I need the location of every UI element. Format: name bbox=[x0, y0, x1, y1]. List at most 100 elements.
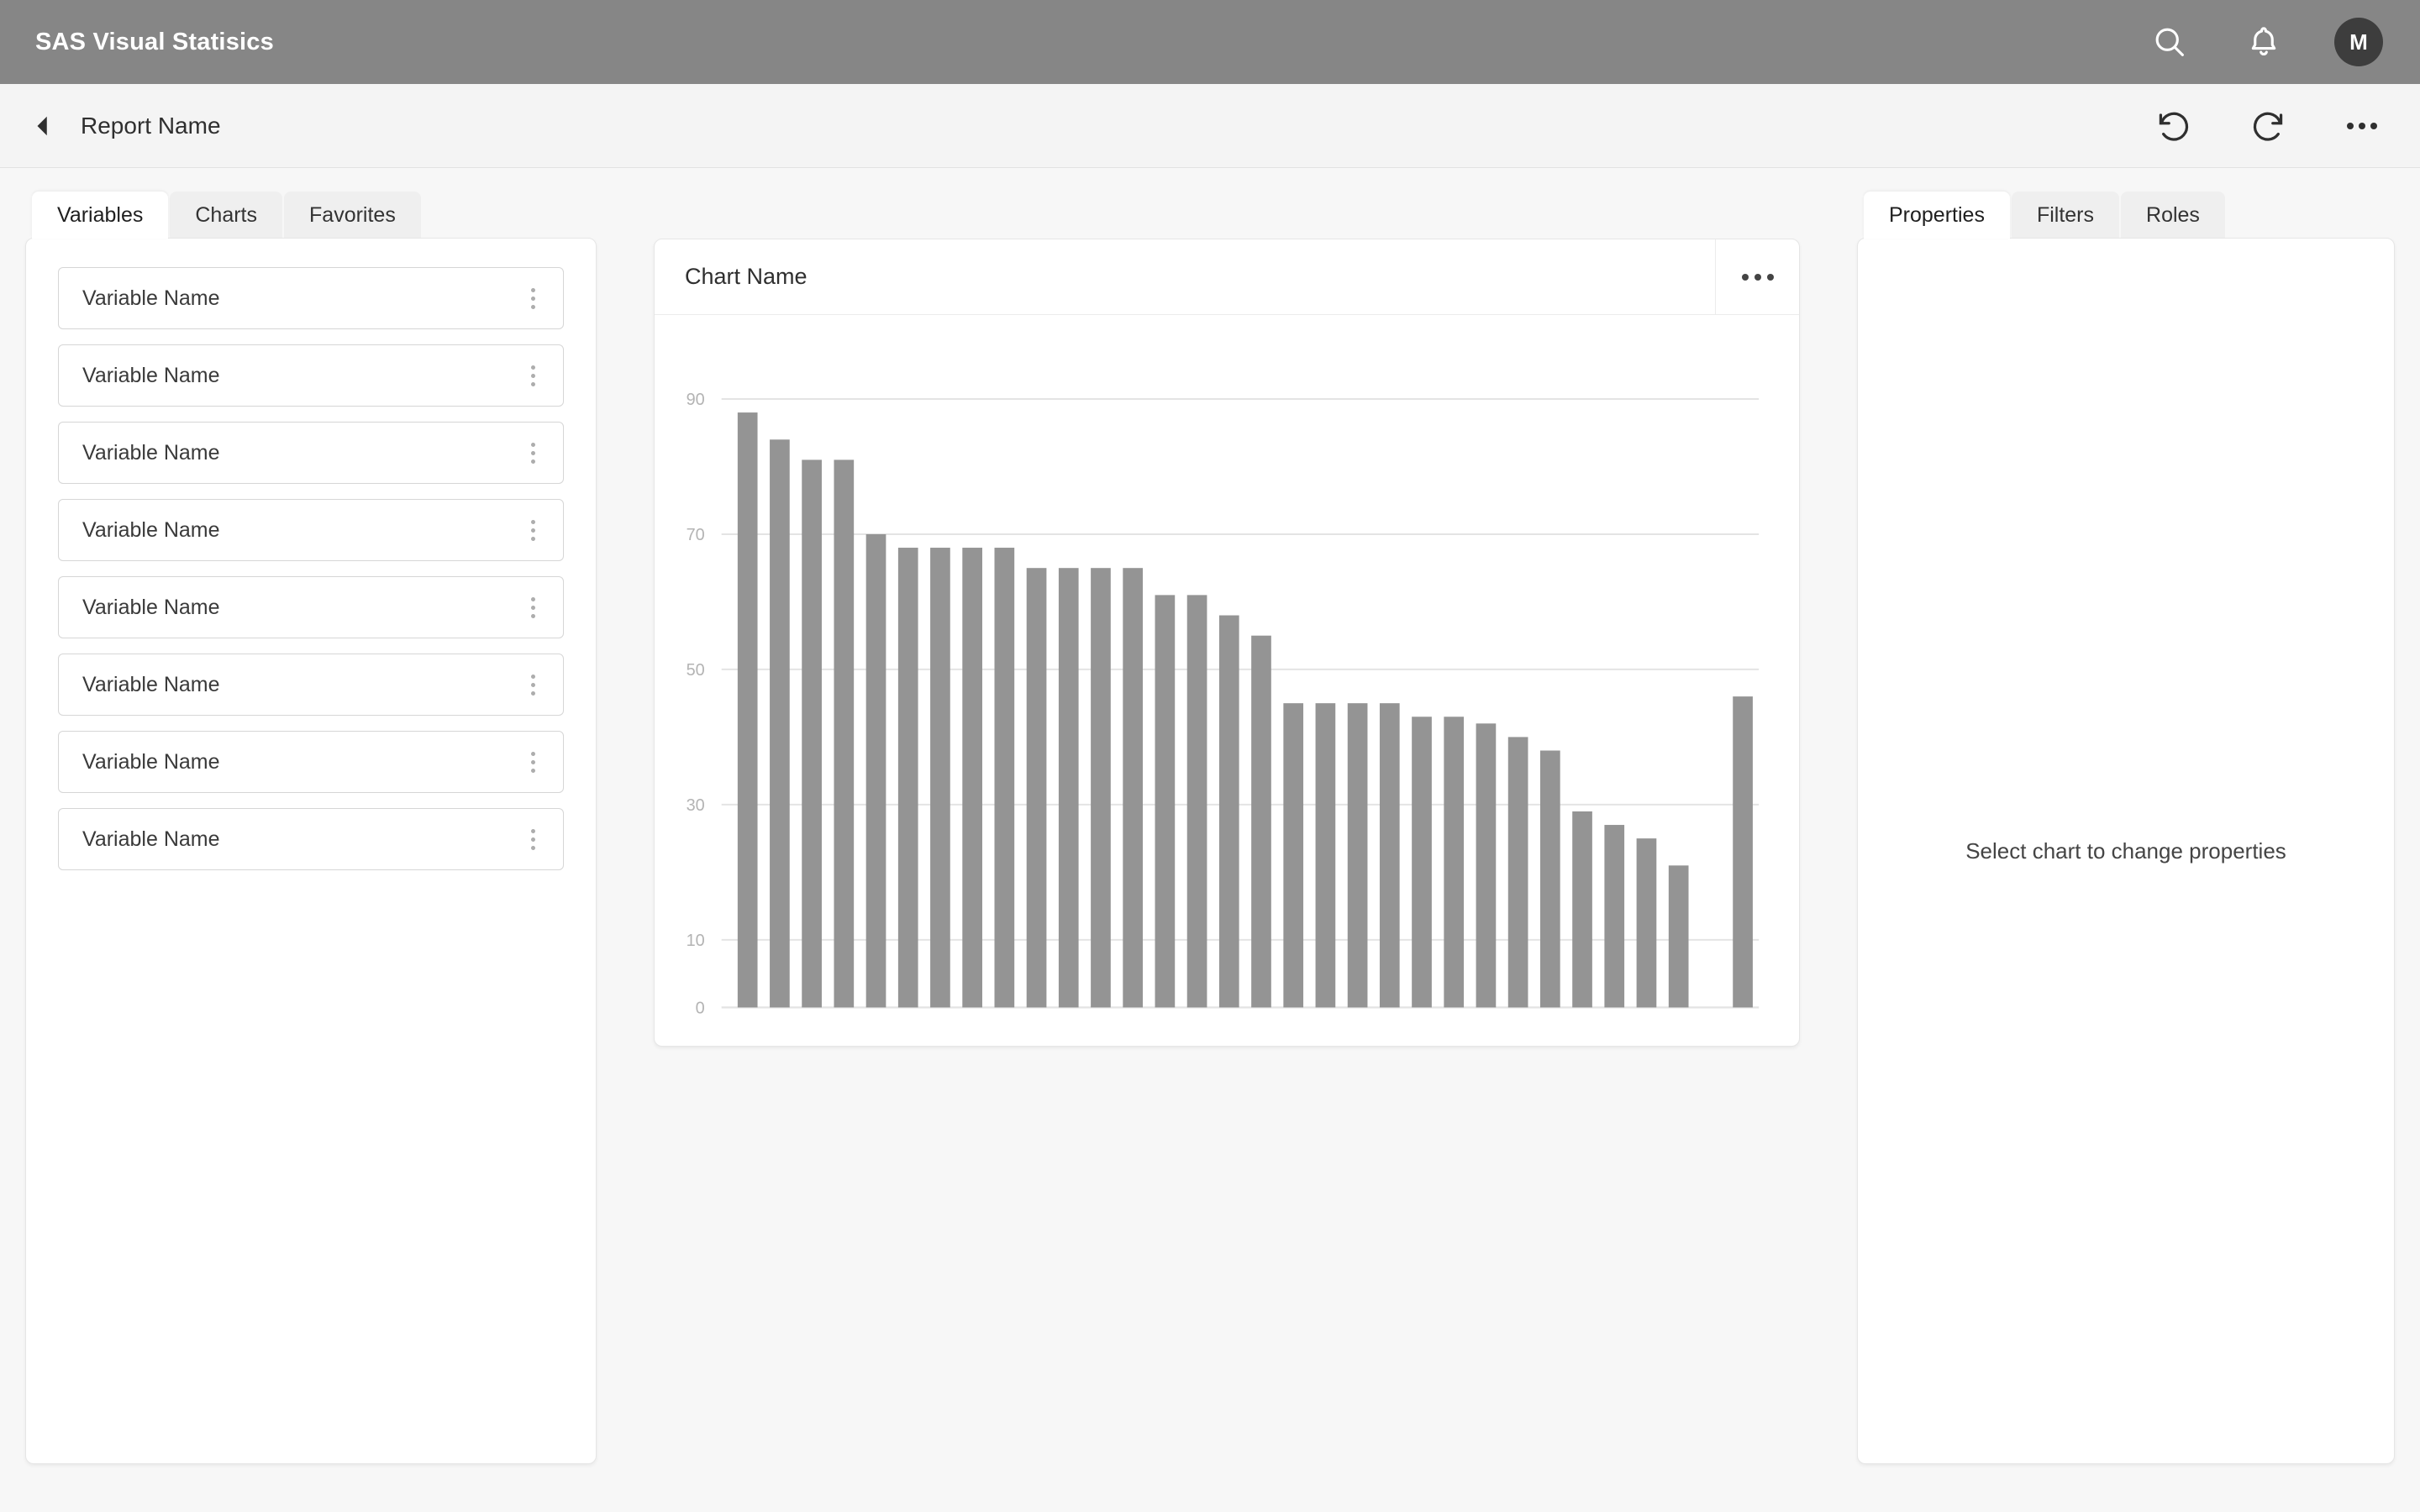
left-panel-tabstrip: Variables Charts Favorites bbox=[25, 192, 597, 239]
reportbar-actions bbox=[2149, 102, 2383, 150]
bell-icon[interactable] bbox=[2240, 18, 2287, 66]
y-axis-tick-label: 10 bbox=[687, 932, 705, 950]
search-icon[interactable] bbox=[2146, 18, 2193, 66]
bar[interactable] bbox=[994, 548, 1015, 1008]
bar[interactable] bbox=[737, 412, 758, 1008]
y-axis-tick-label: 50 bbox=[687, 661, 705, 680]
variable-name-label: Variable Name bbox=[82, 827, 220, 851]
report-name[interactable]: Report Name bbox=[81, 113, 221, 139]
variable-name-label: Variable Name bbox=[82, 286, 220, 310]
bar[interactable] bbox=[1123, 568, 1144, 1008]
properties-empty-message: Select chart to change properties bbox=[1965, 837, 2286, 864]
bar[interactable] bbox=[1251, 635, 1271, 1008]
tab-charts-label: Charts bbox=[195, 202, 258, 227]
list-item[interactable]: Variable Name bbox=[58, 654, 564, 716]
list-item[interactable]: Variable Name bbox=[58, 267, 564, 329]
bar[interactable] bbox=[1186, 595, 1207, 1008]
tab-filters-label: Filters bbox=[2036, 202, 2095, 227]
bar[interactable] bbox=[1507, 737, 1528, 1008]
tab-properties-label: Properties bbox=[1889, 202, 1985, 227]
appbar-actions: M bbox=[2146, 18, 2383, 66]
kebab-menu-icon[interactable] bbox=[521, 512, 544, 548]
bar[interactable] bbox=[1155, 595, 1176, 1008]
undo-icon[interactable] bbox=[2149, 102, 2196, 150]
bar[interactable] bbox=[1733, 696, 1753, 1008]
list-item[interactable]: Variable Name bbox=[58, 731, 564, 793]
bar[interactable] bbox=[897, 548, 918, 1008]
list-item[interactable]: Variable Name bbox=[58, 499, 564, 561]
bar[interactable] bbox=[802, 459, 822, 1008]
variables-list-card: Variable Name Variable Name Variable Nam… bbox=[25, 238, 597, 1464]
tab-roles-label: Roles bbox=[2146, 202, 2200, 227]
avatar-initial: M bbox=[2349, 29, 2368, 55]
list-item[interactable]: Variable Name bbox=[58, 344, 564, 407]
bar[interactable] bbox=[1540, 750, 1560, 1008]
app-title: SAS Visual Statisics bbox=[35, 28, 274, 55]
tab-charts[interactable]: Charts bbox=[170, 192, 283, 239]
tab-properties[interactable]: Properties bbox=[1864, 192, 2010, 239]
tab-favorites[interactable]: Favorites bbox=[284, 192, 421, 239]
app-bar: SAS Visual Statisics M bbox=[0, 0, 2420, 84]
chart-options-icon[interactable] bbox=[1715, 239, 1799, 314]
kebab-menu-icon[interactable] bbox=[521, 435, 544, 470]
bar[interactable] bbox=[1668, 865, 1689, 1008]
right-panel: Properties Filters Roles Select chart to… bbox=[1857, 192, 2395, 1465]
y-axis-tick-label: 0 bbox=[696, 999, 705, 1017]
variable-name-label: Variable Name bbox=[82, 363, 220, 387]
bar[interactable] bbox=[770, 439, 790, 1008]
bar[interactable] bbox=[834, 459, 855, 1008]
bar[interactable] bbox=[1444, 717, 1465, 1008]
bar[interactable] bbox=[865, 533, 886, 1008]
bar[interactable] bbox=[962, 548, 982, 1008]
report-bar: Report Name bbox=[0, 84, 2420, 168]
right-panel-tabstrip: Properties Filters Roles bbox=[1857, 192, 2395, 239]
list-item[interactable]: Variable Name bbox=[58, 422, 564, 484]
bar[interactable] bbox=[930, 548, 950, 1008]
kebab-menu-icon[interactable] bbox=[521, 822, 544, 857]
tab-variables[interactable]: Variables bbox=[32, 192, 169, 239]
left-panel: Variables Charts Favorites Variable Name… bbox=[25, 192, 597, 1465]
bar[interactable] bbox=[1379, 703, 1400, 1008]
tab-roles[interactable]: Roles bbox=[2121, 192, 2225, 239]
redo-icon[interactable] bbox=[2245, 102, 2292, 150]
bar[interactable] bbox=[1283, 703, 1304, 1008]
bar[interactable] bbox=[1604, 825, 1625, 1008]
variable-name-label: Variable Name bbox=[82, 440, 220, 465]
bar[interactable] bbox=[1026, 568, 1047, 1008]
bar[interactable] bbox=[1218, 615, 1239, 1008]
y-axis-tick-label: 70 bbox=[687, 526, 705, 544]
bar[interactable] bbox=[1058, 568, 1079, 1008]
bar[interactable] bbox=[1572, 811, 1592, 1008]
center-panel: Chart Name 0 10 30 50 70 90 bbox=[597, 192, 1857, 1047]
bar[interactable] bbox=[1476, 723, 1497, 1008]
bar[interactable] bbox=[1347, 703, 1368, 1008]
tab-favorites-label: Favorites bbox=[309, 202, 396, 227]
kebab-menu-icon[interactable] bbox=[521, 744, 544, 780]
variable-name-label: Variable Name bbox=[82, 517, 220, 542]
bar[interactable] bbox=[1091, 568, 1111, 1008]
chart-body: 0 10 30 50 70 90 bbox=[655, 315, 1799, 1046]
bar[interactable] bbox=[1315, 703, 1336, 1008]
chart-card[interactable]: Chart Name 0 10 30 50 70 90 bbox=[654, 239, 1800, 1047]
kebab-menu-icon[interactable] bbox=[521, 667, 544, 702]
variable-name-label: Variable Name bbox=[82, 672, 220, 696]
more-options-icon[interactable] bbox=[2341, 105, 2383, 147]
kebab-menu-icon[interactable] bbox=[521, 281, 544, 316]
bar[interactable] bbox=[1636, 838, 1657, 1008]
tab-variables-label: Variables bbox=[57, 202, 144, 227]
back-arrow-icon[interactable] bbox=[25, 108, 62, 144]
variable-name-label: Variable Name bbox=[82, 749, 220, 774]
y-axis-tick-label: 30 bbox=[687, 796, 705, 815]
list-item[interactable]: Variable Name bbox=[58, 808, 564, 870]
chart-title: Chart Name bbox=[685, 264, 808, 289]
tab-filters[interactable]: Filters bbox=[2011, 192, 2120, 239]
bar-chart: 0 10 30 50 70 90 bbox=[687, 391, 1760, 1017]
kebab-menu-icon[interactable] bbox=[521, 590, 544, 625]
y-axis-tick-label: 90 bbox=[687, 391, 705, 409]
chart-header: Chart Name bbox=[655, 239, 1799, 315]
avatar[interactable]: M bbox=[2334, 18, 2383, 66]
workspace: Variables Charts Favorites Variable Name… bbox=[0, 168, 2420, 1512]
list-item[interactable]: Variable Name bbox=[58, 576, 564, 638]
bar[interactable] bbox=[1412, 717, 1432, 1008]
kebab-menu-icon[interactable] bbox=[521, 358, 544, 393]
